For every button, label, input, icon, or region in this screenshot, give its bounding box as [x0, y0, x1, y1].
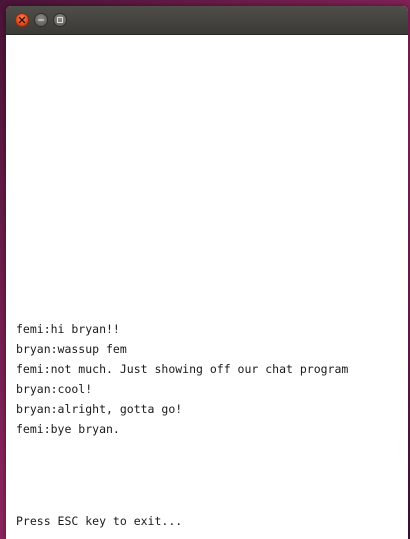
chat-message: femi:not much. Just showing off our chat… — [16, 362, 349, 376]
minimize-icon — [37, 16, 45, 24]
close-button[interactable] — [15, 13, 29, 27]
message-list: femi:hi bryan!! bryan:wassup fem femi:no… — [16, 319, 348, 439]
exit-hint: Press ESC key to exit... — [16, 514, 183, 528]
title-bar[interactable] — [6, 6, 408, 35]
maximize-icon — [56, 16, 64, 24]
minimize-button[interactable] — [34, 13, 48, 27]
chat-message: bryan:alright, gotta go! — [16, 402, 183, 416]
maximize-button[interactable] — [53, 13, 67, 27]
app-window: femi:hi bryan!! bryan:wassup fem femi:no… — [6, 6, 408, 539]
chat-message: bryan:wassup fem — [16, 342, 127, 356]
chat-message: femi:bye bryan. — [16, 422, 120, 436]
chat-area: femi:hi bryan!! bryan:wassup fem femi:no… — [6, 35, 408, 539]
close-icon — [18, 16, 26, 24]
chat-message: femi:hi bryan!! — [16, 322, 120, 336]
chat-message: bryan:cool! — [16, 382, 93, 396]
